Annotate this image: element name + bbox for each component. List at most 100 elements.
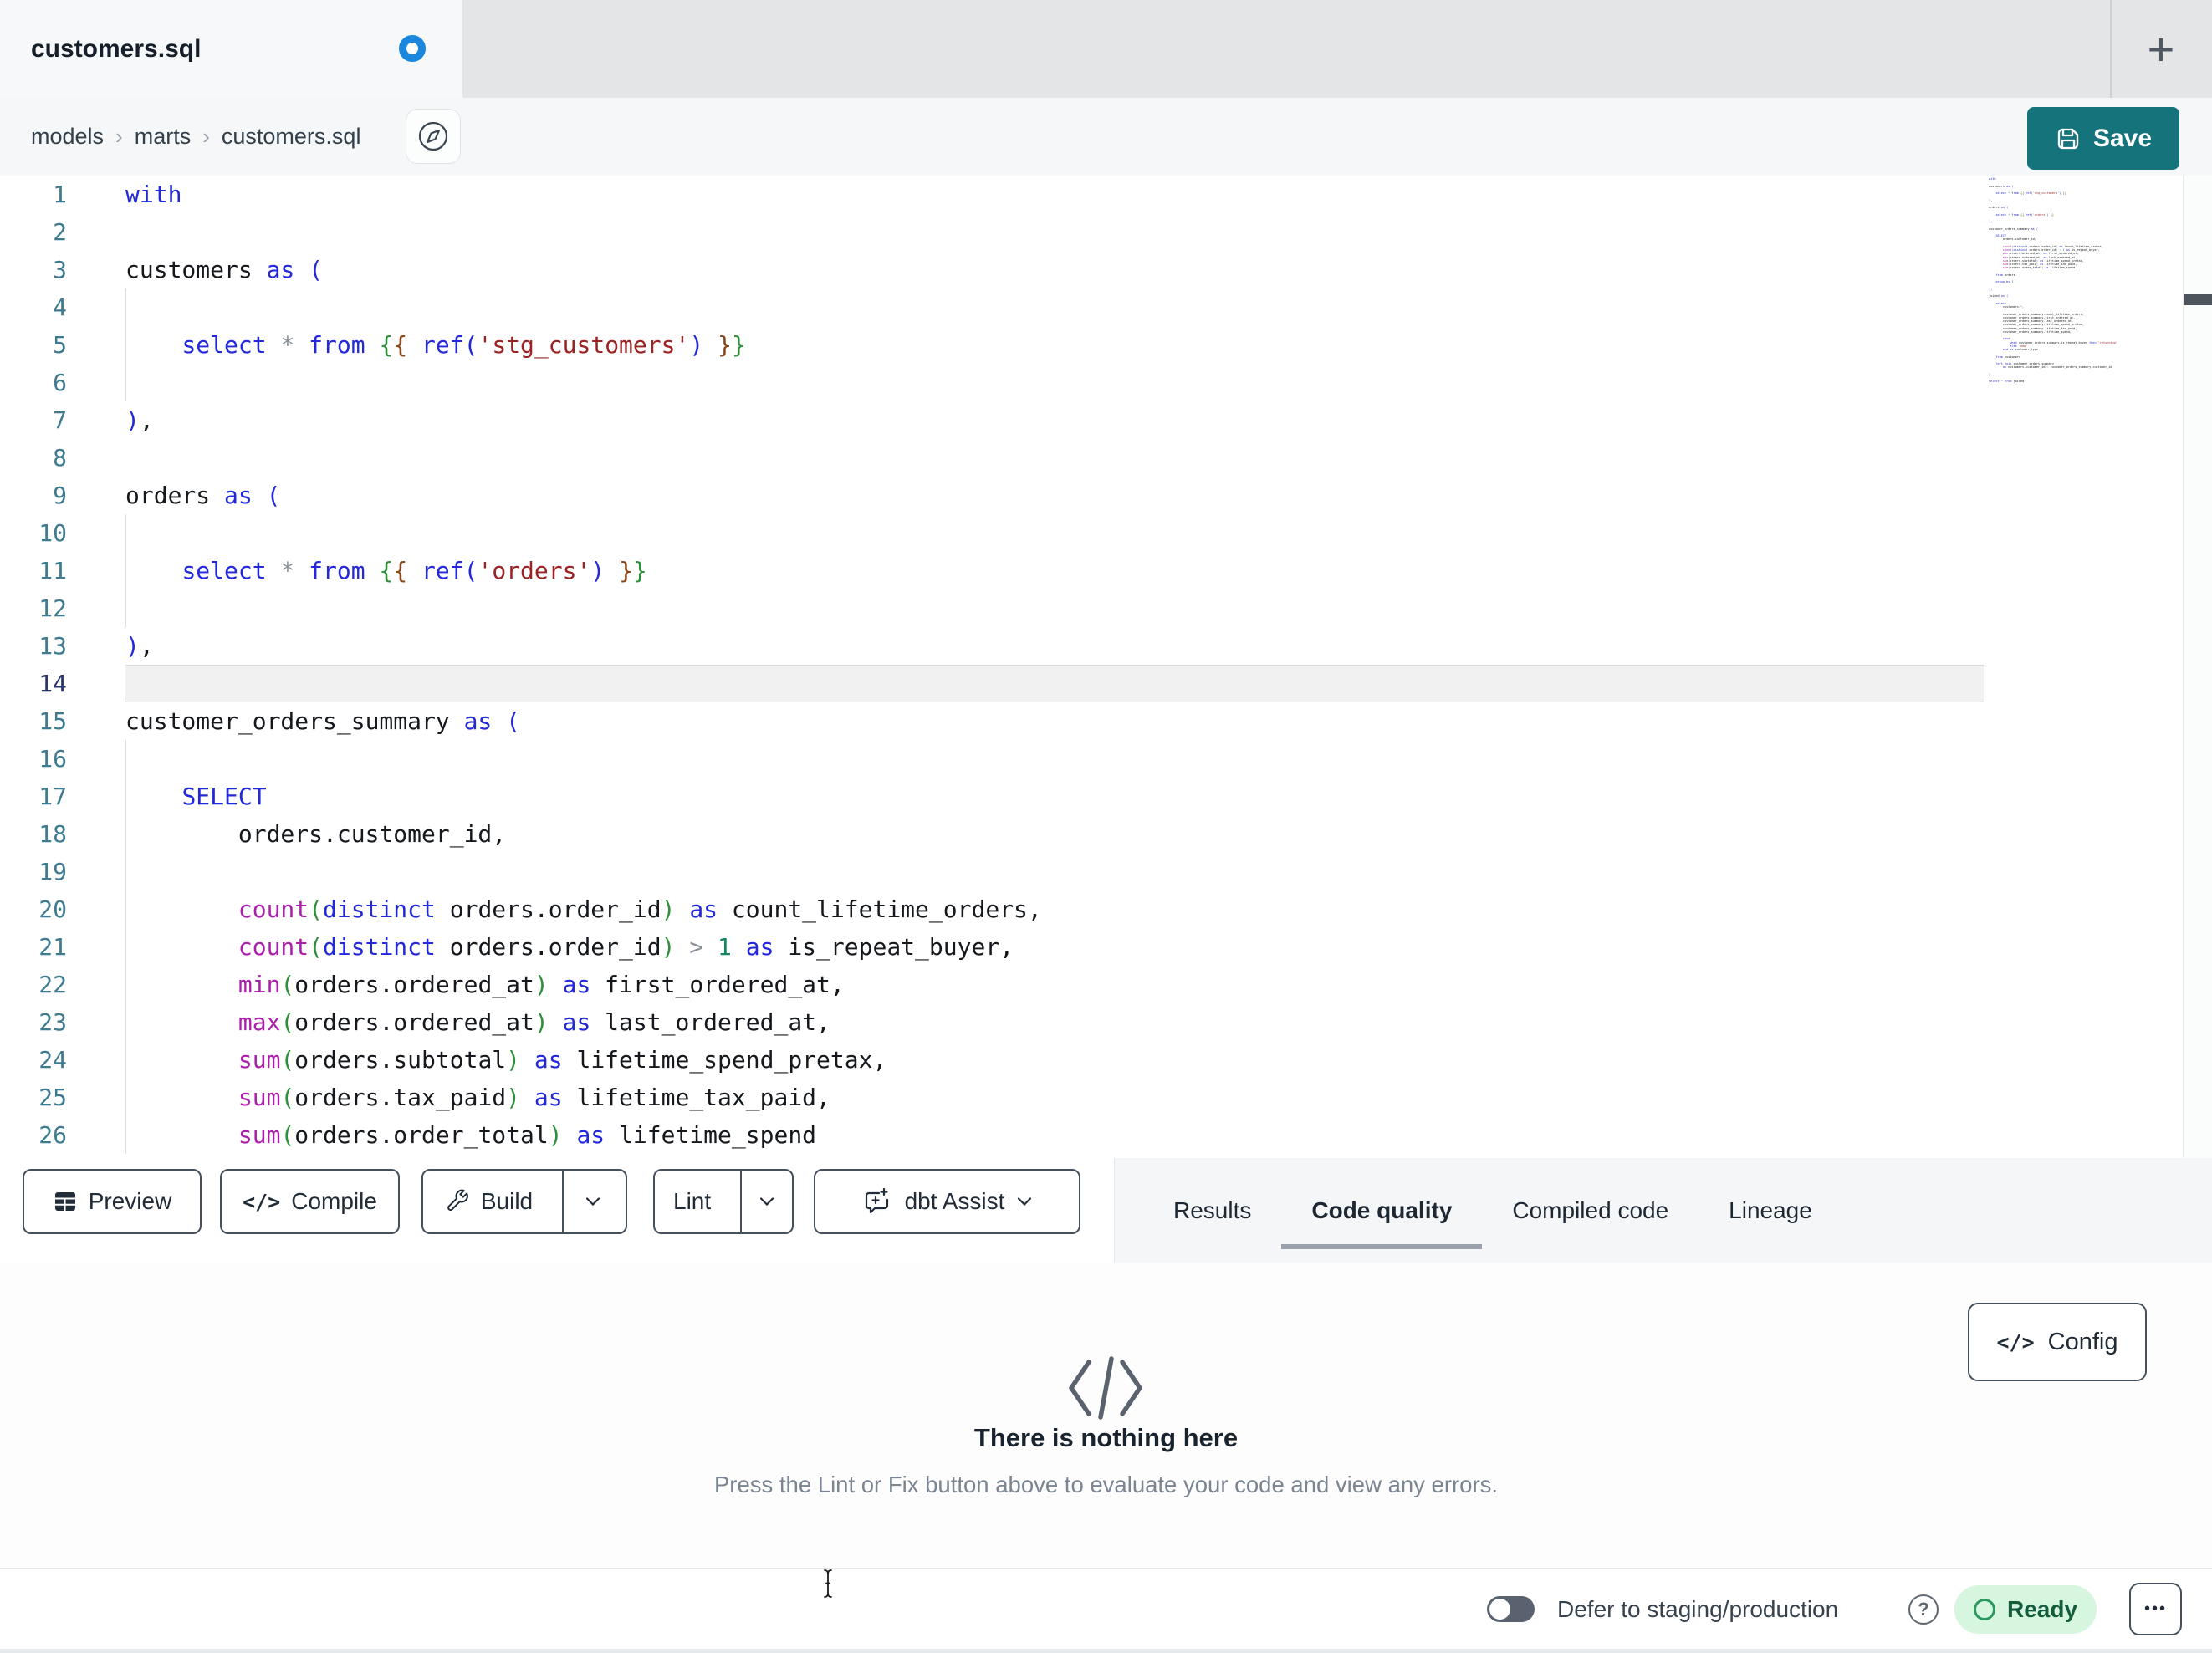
code-line-content: ), bbox=[125, 632, 154, 660]
explore-lineage-button[interactable] bbox=[406, 109, 461, 164]
build-button[interactable]: Build bbox=[427, 1171, 551, 1232]
code-line[interactable]: 9 orders as ( bbox=[0, 477, 2212, 514]
code-line[interactable]: 24 sum(orders.subtotal) as lifetime_spen… bbox=[0, 1041, 2212, 1079]
code-line[interactable]: 6 bbox=[0, 364, 2212, 401]
code-line[interactable]: 4 bbox=[0, 288, 2212, 326]
code-line-content: customers as ( bbox=[125, 256, 324, 283]
code-line[interactable]: 18 orders.customer_id, bbox=[0, 815, 2212, 853]
breadcrumb-bar: models › marts › customers.sql Save bbox=[0, 98, 2212, 176]
code-line[interactable]: 26 sum(orders.order_total) as lifetime_s… bbox=[0, 1116, 2212, 1154]
code-line[interactable]: 10 bbox=[0, 514, 2212, 552]
build-split-button: Build bbox=[421, 1169, 627, 1234]
indent-guide bbox=[125, 740, 126, 778]
new-tab-button[interactable]: + bbox=[2110, 0, 2212, 98]
code-line[interactable]: 17 SELECT bbox=[0, 778, 2212, 815]
dbt-assist-button[interactable]: dbt Assist bbox=[814, 1169, 1080, 1234]
tab-compiled-code[interactable]: Compiled code bbox=[1482, 1158, 1699, 1263]
code-line-content bbox=[125, 439, 1984, 477]
build-dropdown-button[interactable] bbox=[562, 1171, 622, 1232]
ide-window: customers.sql + models › marts › customers.s… bbox=[0, 0, 2212, 1653]
code-line-content: count(distinct orders.order_id) > 1 as i… bbox=[125, 928, 1984, 966]
line-number: 12 bbox=[38, 594, 67, 622]
help-icon[interactable]: ? bbox=[1908, 1594, 1939, 1625]
line-number: 22 bbox=[38, 971, 67, 998]
line-number: 20 bbox=[38, 895, 67, 923]
action-toolbar: Preview </> Compile Build Lint dbt Assis… bbox=[0, 1158, 2212, 1263]
editor-scrollbar-thumb[interactable] bbox=[2184, 294, 2212, 305]
code-line-content: max(orders.ordered_at) as last_ordered_a… bbox=[125, 1003, 1984, 1041]
indent-guide bbox=[125, 928, 126, 966]
code-line[interactable]: 22 min(orders.ordered_at) as first_order… bbox=[0, 966, 2212, 1003]
line-number: 2 bbox=[53, 218, 67, 246]
status-badge: Ready bbox=[1954, 1585, 2097, 1634]
code-line[interactable]: 2 bbox=[0, 213, 2212, 251]
lint-button[interactable]: Lint bbox=[655, 1171, 729, 1232]
code-line-content bbox=[125, 665, 1984, 702]
breadcrumb-separator: › bbox=[202, 124, 210, 149]
preview-button[interactable]: Preview bbox=[23, 1169, 202, 1234]
breadcrumb-item[interactable]: marts bbox=[135, 124, 192, 150]
editor-tab-bar: customers.sql + bbox=[0, 0, 2212, 98]
line-number: 16 bbox=[38, 745, 67, 773]
minimap[interactable]: with customers as ( select * from {{ ref… bbox=[1989, 177, 2123, 395]
mouse-text-cursor bbox=[821, 1569, 835, 1599]
line-number: 24 bbox=[38, 1046, 67, 1074]
breadcrumb: models › marts › customers.sql bbox=[31, 98, 360, 176]
code-line[interactable]: 25 sum(orders.tax_paid) as lifetime_tax_… bbox=[0, 1079, 2212, 1116]
lint-dropdown-button[interactable] bbox=[740, 1171, 792, 1232]
line-number: 10 bbox=[38, 519, 67, 547]
code-line[interactable]: 11 select * from {{ ref('orders') }} bbox=[0, 552, 2212, 589]
window-bottom-edge bbox=[0, 1649, 2212, 1653]
indent-guide bbox=[125, 364, 126, 401]
indent-guide bbox=[125, 326, 126, 364]
tab-results[interactable]: Results bbox=[1143, 1158, 1281, 1263]
indent-guide bbox=[125, 552, 126, 589]
code-line[interactable]: 23 max(orders.ordered_at) as last_ordere… bbox=[0, 1003, 2212, 1041]
code-line-content: sum(orders.subtotal) as lifetime_spend_p… bbox=[125, 1041, 1984, 1079]
code-line-content bbox=[125, 288, 1984, 326]
save-button-label: Save bbox=[2092, 124, 2153, 152]
line-number: 3 bbox=[53, 256, 67, 283]
breadcrumb-item[interactable]: models bbox=[31, 124, 104, 150]
chevron-down-icon bbox=[760, 1197, 774, 1206]
code-line[interactable]: 3 customers as ( bbox=[0, 251, 2212, 288]
save-button[interactable]: Save bbox=[2027, 107, 2179, 170]
line-number: 17 bbox=[38, 783, 67, 810]
code-line-content: min(orders.ordered_at) as first_ordered_… bbox=[125, 966, 1984, 1003]
code-line[interactable]: 15 customer_orders_summary as ( bbox=[0, 702, 2212, 740]
compass-icon bbox=[416, 120, 450, 153]
code-line[interactable]: 21 count(distinct orders.order_id) > 1 a… bbox=[0, 928, 2212, 966]
chevron-down-icon bbox=[586, 1197, 600, 1206]
code-brackets-icon: </> bbox=[1996, 1329, 2035, 1355]
code-line-content: sum(orders.tax_paid) as lifetime_tax_pai… bbox=[125, 1079, 1984, 1116]
overflow-menu-button[interactable]: ••• bbox=[2129, 1583, 2182, 1635]
code-line[interactable]: 12 bbox=[0, 589, 2212, 627]
code-line[interactable]: 8 bbox=[0, 439, 2212, 477]
indent-guide bbox=[125, 589, 126, 627]
code-line[interactable]: 7), bbox=[0, 401, 2212, 439]
code-line[interactable]: 16 bbox=[0, 740, 2212, 778]
code-line[interactable]: 14 bbox=[0, 665, 2212, 702]
indent-guide bbox=[125, 1041, 126, 1079]
defer-toggle[interactable] bbox=[1487, 1596, 1535, 1622]
line-number: 11 bbox=[38, 557, 67, 584]
config-button[interactable]: </> Config bbox=[1968, 1303, 2147, 1381]
code-line-content: customer_orders_summary as ( bbox=[125, 707, 521, 735]
editor-scrollbar[interactable] bbox=[2183, 176, 2212, 1158]
line-number: 25 bbox=[38, 1084, 67, 1111]
line-number: 9 bbox=[53, 482, 67, 509]
tab-code-quality[interactable]: Code quality bbox=[1281, 1158, 1483, 1263]
file-tab-customers-sql[interactable]: customers.sql bbox=[0, 0, 462, 98]
config-button-label: Config bbox=[2047, 1328, 2118, 1355]
code-line[interactable]: 13), bbox=[0, 627, 2212, 665]
code-line[interactable]: 1 with bbox=[0, 176, 2212, 213]
indent-guide bbox=[125, 778, 126, 815]
compile-button[interactable]: </> Compile bbox=[220, 1169, 400, 1234]
breadcrumb-item[interactable]: customers.sql bbox=[222, 124, 361, 150]
code-line[interactable]: 20 count(distinct orders.order_id) as co… bbox=[0, 890, 2212, 928]
code-editor[interactable]: 1 with 2 3 customers as ( 4 5 select * from {{… bbox=[0, 176, 2212, 1158]
code-line[interactable]: 19 bbox=[0, 853, 2212, 890]
code-line[interactable]: 5 select * from {{ ref('stg_customers') … bbox=[0, 326, 2212, 364]
tab-lineage[interactable]: Lineage bbox=[1699, 1158, 1842, 1263]
line-number: 21 bbox=[38, 933, 67, 961]
